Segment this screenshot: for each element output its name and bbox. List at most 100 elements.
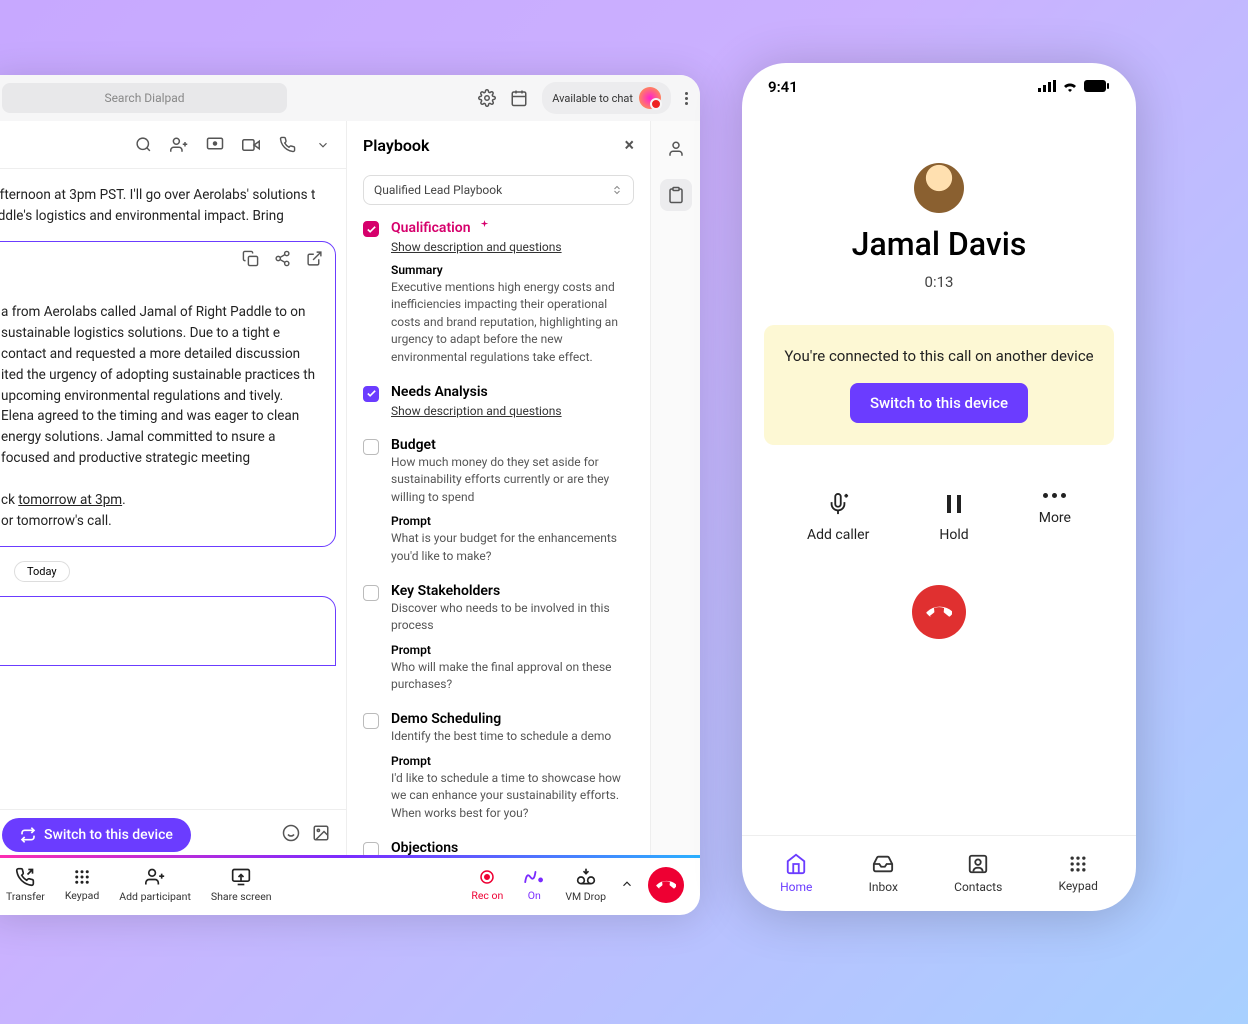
vm-drop-button[interactable]: VM Drop bbox=[555, 867, 616, 903]
search-placeholder: Search Dialpad bbox=[104, 91, 184, 105]
device-banner: You're connected to this call on another… bbox=[764, 325, 1114, 445]
user-avatar bbox=[639, 87, 661, 109]
image-icon[interactable] bbox=[312, 824, 330, 842]
checkbox-icon[interactable] bbox=[363, 221, 379, 237]
playbook-desc: Identify the best time to schedule a dem… bbox=[391, 728, 634, 745]
composer-bar: Switch to this device bbox=[0, 809, 346, 855]
playbook-item-title: Budget bbox=[391, 437, 634, 453]
show-description-link[interactable]: Show description and questions bbox=[391, 240, 562, 254]
side-rail bbox=[650, 121, 700, 855]
add-caller-button[interactable]: Add caller bbox=[807, 493, 869, 543]
clipboard-rail-button[interactable] bbox=[660, 179, 692, 211]
profile-rail-button[interactable] bbox=[660, 133, 692, 165]
call-actions: Add caller Hold More bbox=[742, 493, 1136, 543]
close-icon[interactable]: × bbox=[624, 135, 634, 156]
playbook-item: Key Stakeholders Discover who needs to b… bbox=[363, 583, 634, 694]
dialpad-desktop-window: Search Dialpad Available to chat bbox=[0, 75, 700, 915]
keypad-button[interactable]: Keypad bbox=[55, 868, 109, 902]
playbook-item: Demo Scheduling Identify the best time t… bbox=[363, 711, 634, 822]
nav-home[interactable]: Home bbox=[780, 853, 812, 894]
hold-button[interactable]: Hold bbox=[939, 493, 968, 543]
banner-text: You're connected to this call on another… bbox=[782, 347, 1096, 365]
emoji-icon[interactable] bbox=[282, 824, 300, 842]
phone-icon[interactable] bbox=[278, 136, 296, 154]
ai-summary-card: a from Aerolabs called Jamal of Right Pa… bbox=[0, 241, 336, 547]
copy-icon[interactable] bbox=[241, 250, 259, 268]
caller-avatar bbox=[914, 163, 964, 213]
nav-contacts[interactable]: Contacts bbox=[954, 853, 1002, 894]
transfer-button[interactable]: Transfer bbox=[0, 867, 55, 903]
share-icon[interactable] bbox=[273, 250, 291, 268]
playbook-item: Qualification Show description and quest… bbox=[363, 219, 634, 366]
clock: 9:41 bbox=[768, 78, 798, 96]
playbook-subheading: Summary bbox=[391, 263, 634, 277]
playbook-desc: Discover who needs to be involved in thi… bbox=[391, 600, 634, 635]
active-note-card[interactable] bbox=[0, 596, 336, 666]
bottom-nav: Home Inbox Contacts Keypad bbox=[742, 835, 1136, 911]
status-pill[interactable]: Available to chat bbox=[542, 82, 671, 114]
nav-keypad[interactable]: Keypad bbox=[1059, 854, 1098, 893]
ai-toggle-button[interactable]: On bbox=[513, 868, 555, 902]
playbook-subheading: Prompt bbox=[391, 754, 634, 768]
chevron-up-icon[interactable] bbox=[620, 876, 634, 895]
playbook-item: Needs Analysis Show description and ques… bbox=[363, 384, 634, 419]
conversation-toolbar bbox=[0, 121, 346, 169]
gear-icon[interactable] bbox=[478, 89, 496, 107]
status-text: Available to chat bbox=[552, 92, 633, 105]
record-button[interactable]: Rec on bbox=[461, 868, 513, 902]
topbar: Search Dialpad Available to chat bbox=[0, 75, 700, 121]
search-input[interactable]: Search Dialpad bbox=[2, 83, 287, 113]
message-snippet: s afternoon at 3pm PST. I'll go over Aer… bbox=[0, 179, 336, 241]
signal-icon bbox=[1038, 78, 1056, 96]
add-person-icon[interactable] bbox=[170, 136, 188, 154]
playbook-item: Objections Uncover current concerns the … bbox=[363, 840, 634, 855]
playbook-title: Playbook bbox=[363, 136, 429, 155]
show-description-link[interactable]: Show description and questions bbox=[391, 404, 562, 418]
playbook-item-title: Key Stakeholders bbox=[391, 583, 634, 599]
checkbox-icon[interactable] bbox=[363, 386, 379, 402]
checkbox-icon[interactable] bbox=[363, 842, 379, 855]
time-link[interactable]: tomorrow at 3pm bbox=[18, 492, 122, 508]
playbook-text: What is your budget for the enhancements… bbox=[391, 530, 634, 565]
playbook-text: Executive mentions high energy costs and… bbox=[391, 279, 634, 366]
dialpad-mobile: 9:41 Jamal Davis 0:13 You're connected t… bbox=[742, 63, 1136, 911]
call-duration: 0:13 bbox=[925, 273, 954, 291]
phone-body: Jamal Davis 0:13 You're connected to thi… bbox=[742, 111, 1136, 835]
screen-share-icon[interactable] bbox=[206, 136, 224, 154]
call-control-bar: Transfer Keypad Add participant Share sc… bbox=[0, 855, 700, 915]
conversation-pane: s afternoon at 3pm PST. I'll go over Aer… bbox=[0, 121, 347, 855]
playbook-text: I'd like to schedule a time to showcase … bbox=[391, 770, 634, 822]
playbook-item-title: Needs Analysis bbox=[391, 384, 634, 400]
wifi-icon bbox=[1062, 78, 1078, 96]
video-icon[interactable] bbox=[242, 136, 260, 154]
nav-inbox[interactable]: Inbox bbox=[869, 853, 898, 894]
switch-device-button[interactable]: Switch to this device bbox=[2, 818, 191, 852]
checkbox-icon[interactable] bbox=[363, 439, 379, 455]
calendar-icon[interactable] bbox=[510, 89, 528, 107]
playbook-subheading: Prompt bbox=[391, 514, 634, 528]
playbook-item: Budget How much money do they set aside … bbox=[363, 437, 634, 565]
caller-name: Jamal Davis bbox=[852, 225, 1027, 263]
external-link-icon[interactable] bbox=[305, 250, 323, 268]
playbook-item-title: Objections bbox=[391, 840, 634, 855]
more-menu-icon[interactable] bbox=[685, 92, 688, 105]
playbook-text: Who will make the final approval on thes… bbox=[391, 659, 634, 694]
statusbar: 9:41 bbox=[742, 63, 1136, 111]
playbook-select[interactable]: Qualified Lead Playbook bbox=[363, 175, 634, 205]
hangup-button[interactable] bbox=[648, 867, 684, 903]
playbook-desc: How much money do they set aside for sus… bbox=[391, 454, 634, 506]
hangup-button[interactable] bbox=[912, 585, 966, 639]
checkbox-icon[interactable] bbox=[363, 713, 379, 729]
checkbox-icon[interactable] bbox=[363, 585, 379, 601]
playbook-subheading: Prompt bbox=[391, 643, 634, 657]
battery-icon bbox=[1084, 78, 1110, 96]
add-participant-button[interactable]: Add participant bbox=[109, 867, 201, 903]
sparkle-icon bbox=[478, 219, 491, 232]
playbook-pane: Playbook × Qualified Lead Playbook Quali… bbox=[347, 121, 650, 855]
search-icon[interactable] bbox=[134, 136, 152, 154]
today-divider: Today bbox=[14, 561, 70, 582]
more-button[interactable]: More bbox=[1039, 493, 1071, 543]
share-screen-button[interactable]: Share screen bbox=[201, 867, 282, 903]
chevron-down-icon[interactable] bbox=[314, 136, 332, 154]
switch-device-button[interactable]: Switch to this device bbox=[850, 383, 1028, 423]
